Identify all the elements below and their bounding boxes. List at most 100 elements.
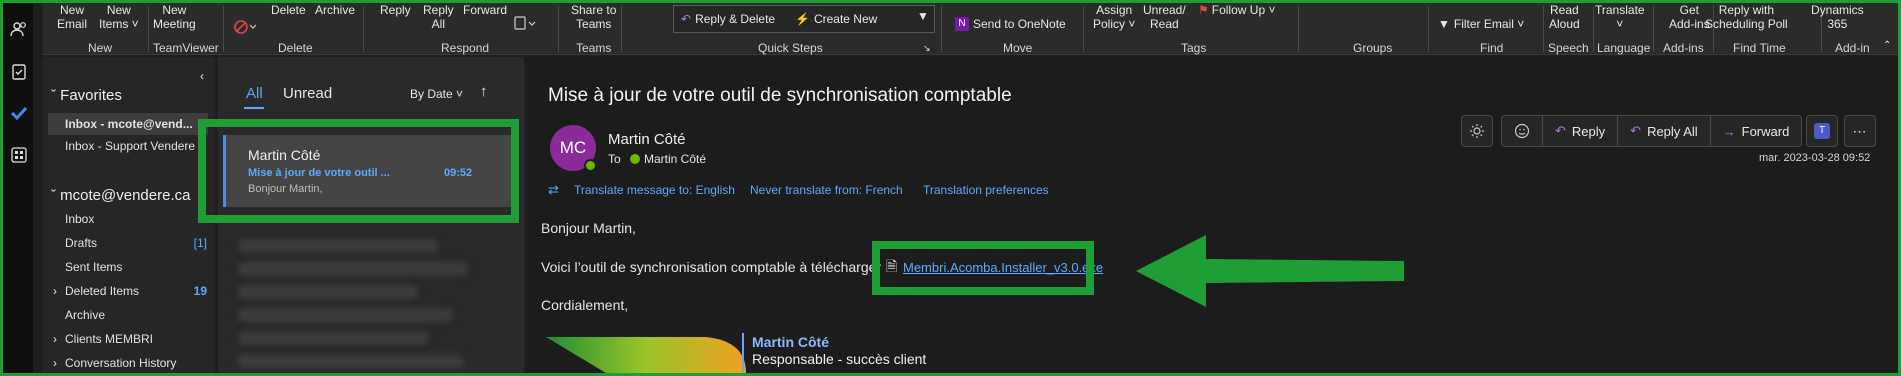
new-items-button[interactable]: New Items ˅ [99,3,139,31]
onenote-icon: N [955,17,969,31]
fav-inbox-mcote[interactable]: Inbox - mcote@vend... [65,117,193,131]
more-options-icon[interactable]: ⋯ [1844,115,1876,147]
separator [1653,6,1654,52]
people-icon[interactable] [9,19,29,39]
never-translate-link[interactable]: Never translate from: French [750,183,903,197]
separator [558,6,559,52]
translate-message-link[interactable]: Translate message to: English [574,183,735,197]
translation-preferences-link[interactable]: Translation preferences [923,183,1049,197]
archive-button[interactable]: Archive [315,3,355,17]
folder-deleted[interactable]: Deleted Items [65,284,139,298]
translate-button[interactable]: Translate ˅ [1595,3,1645,31]
folder-clients-membri[interactable]: Clients MEMBRI [65,332,153,346]
smiley-icon [1514,123,1530,139]
apps-icon[interactable] [9,145,29,165]
follow-up-button[interactable]: ⚑ Follow Up ˅ [1198,3,1275,17]
signature-title: Responsable - succès client [752,351,927,367]
quick-steps-more-icon[interactable]: ▼ [917,9,929,23]
junk-icon[interactable] [233,17,257,38]
reply-icon: ↶ [1555,123,1566,138]
get-addins-button[interactable]: Get Add-ins [1669,3,1710,31]
chevron-right-icon[interactable]: › [53,284,57,298]
account-header[interactable]: ˇ mcote@vendere.ca [51,187,190,204]
email-subject: Mise à jour de votre outil de synchronis… [548,85,1012,106]
flag-icon: ⚑ [1198,3,1209,17]
sort-direction-icon[interactable]: ↑ [480,83,488,100]
unread-read-button[interactable]: Unread/Read [1143,3,1186,31]
forward-icon: → [1722,123,1736,139]
delete-button[interactable]: Delete [271,3,306,17]
new-meeting-button[interactable]: New Meeting [153,3,196,31]
sun-icon[interactable] [1461,115,1493,147]
reply-all-button[interactable]: Reply All [423,3,454,31]
blurred-message [238,262,468,276]
arrow-annotation [1136,235,1404,307]
share-to-teams-button[interactable]: Share to Teams [571,3,616,31]
emoji-button[interactable] [1502,116,1543,146]
reply-delete-icon: ↶ [681,12,692,26]
folder-inbox[interactable]: Inbox [65,212,94,226]
to-label: To [608,152,621,166]
sender-name[interactable]: Martin Côté [608,131,686,148]
fav-inbox-support[interactable]: Inbox - Support Vendere [65,139,195,153]
filter-email-button[interactable]: ▼ Filter Email ˅ [1438,17,1524,31]
signature-logo [546,337,746,373]
more-respond-icon[interactable] [513,15,537,34]
collapse-ribbon-icon[interactable]: ⌃ [1883,39,1891,53]
folder-conversation-history[interactable]: Conversation History [65,356,176,370]
message-list: All Unread By Date ˅ ↑ Martin Côté Mise … [198,57,524,373]
reply-scheduling-poll-button[interactable]: Reply with Scheduling Poll [1705,3,1788,31]
chevron-down-icon: ˇ [51,187,61,204]
separator [941,6,942,52]
chevron-right-icon[interactable]: › [53,332,57,346]
reply-button[interactable]: Reply [380,3,411,17]
assign-policy-button[interactable]: Assign Policy ˅ [1093,3,1135,31]
separator [223,6,224,52]
reply-action-button[interactable]: ↶ Reply [1543,116,1619,146]
sort-dropdown[interactable]: By Date ˅ [410,87,463,101]
separator [621,6,622,52]
lightning-icon: ⚡ [795,12,810,26]
separator [1298,6,1299,52]
group-label-find-time: Find Time [1733,41,1786,55]
to-name[interactable]: Martin Côté [644,152,706,166]
highlight-box-message [198,119,519,223]
quick-step-reply-delete[interactable]: ↶ Reply & Delete [681,12,775,26]
group-label-language: Language [1597,41,1651,55]
group-label-speech: Speech [1548,41,1589,55]
forward-button[interactable]: Forward [463,3,507,17]
folder-archive[interactable]: Archive [65,308,105,322]
new-email-button[interactable]: New Email [57,3,87,31]
group-label-move: Move [1003,41,1033,55]
teams-icon[interactable]: T [1806,115,1838,147]
folder-drafts[interactable]: Drafts [65,236,97,250]
group-label-find: Find [1480,41,1504,55]
chevron-right-icon[interactable]: › [53,356,57,370]
reply-all-action-button[interactable]: ↶ Reply All [1618,116,1711,146]
dialog-launcher-icon[interactable]: ↘ [923,41,931,55]
translate-icon: ⇄ [548,182,559,197]
quick-step-create-new[interactable]: ⚡ Create New [795,12,877,26]
action-bar: ↶ Reply ↶ Reply All → Forward [1501,115,1803,147]
tasks-icon[interactable] [9,61,29,81]
tab-unread[interactable]: Unread [283,85,332,102]
signature-divider [742,333,744,373]
folder-pane: ‹ ˇ Favorites Inbox - mcote@vend... Inbo… [43,57,215,373]
todo-icon[interactable] [9,103,29,123]
chevron-down-icon: ˇ [51,87,61,104]
send-to-onenote-button[interactable]: N Send to OneNote [955,17,1066,31]
group-label-teams: Teams [576,41,612,55]
favorites-header[interactable]: ˇ Favorites [51,87,122,104]
blurred-message [238,308,453,322]
forward-action-button[interactable]: → Forward [1711,116,1802,146]
app-bar [3,3,33,373]
read-aloud-button[interactable]: Read Aloud [1549,3,1580,31]
separator [363,6,364,52]
group-label-addins: Add-ins [1663,41,1704,55]
dynamics-365-button[interactable]: Dynamics 365 [1811,3,1864,31]
funnel-icon: ▼ [1438,17,1450,31]
collapse-pane-icon[interactable]: ‹ [200,69,204,83]
tab-all[interactable]: All [246,85,263,102]
folder-sent[interactable]: Sent Items [65,260,122,274]
group-label-delete: Delete [278,41,313,55]
